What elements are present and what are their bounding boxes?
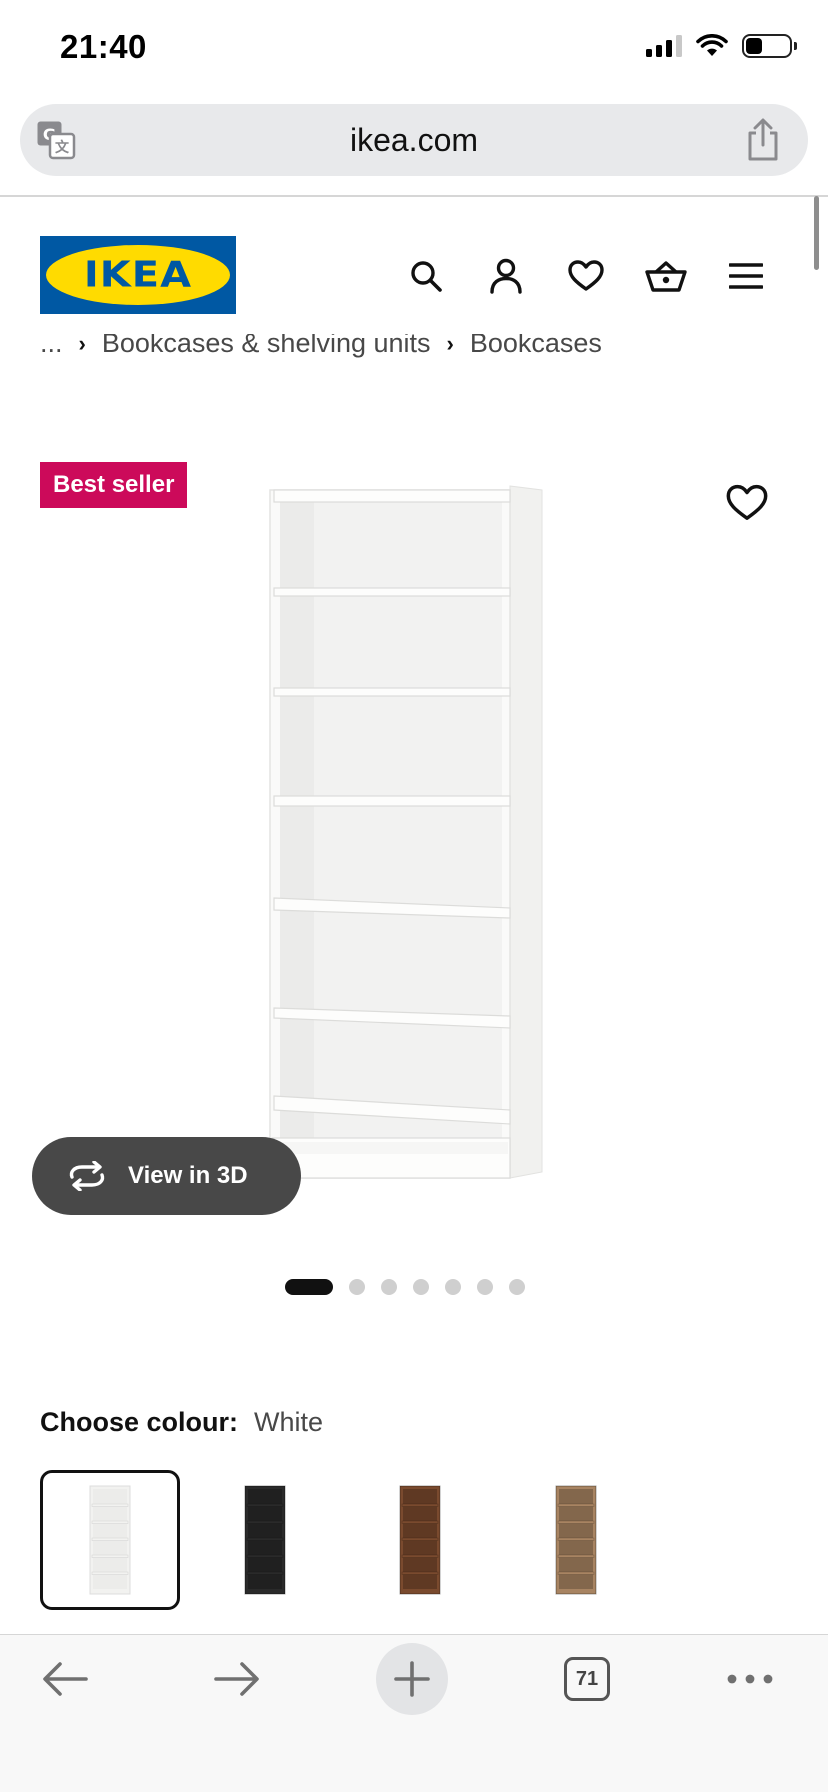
colour-selector-heading: Choose colour: White [40,1407,323,1438]
shopping-basket-icon[interactable] [640,250,692,302]
carousel-dot[interactable] [445,1279,461,1295]
breadcrumb-ellipsis[interactable]: ... [40,334,63,359]
url-text[interactable]: ikea.com [20,122,808,159]
forward-arrow-icon[interactable] [202,1635,272,1723]
tab-count: 71 [564,1657,610,1701]
logo-text: IKEA [83,254,193,296]
product-image-bookcase[interactable] [260,478,560,1188]
new-tab-plus-icon[interactable] [376,1635,448,1723]
chevron-right-icon: › [446,334,454,356]
colour-swatch[interactable] [195,1470,335,1610]
browser-bottom-toolbar: 71 [0,1634,828,1792]
search-icon[interactable] [400,250,452,302]
tabs-icon[interactable]: 71 [562,1635,612,1723]
view-in-3d-button[interactable]: View in 3D [32,1137,301,1215]
status-bar: 21:40 [0,0,828,100]
more-icon[interactable] [720,1635,780,1723]
cellular-signal-icon [646,35,682,57]
carousel-dot[interactable] [349,1279,365,1295]
divider [0,195,828,197]
colour-label: Choose colour: [40,1407,239,1437]
scroll-indicator[interactable] [814,196,819,270]
battery-icon [742,34,797,58]
address-bar[interactable]: G 文 ikea.com [20,104,808,176]
header-nav [400,250,780,302]
breadcrumb-item[interactable]: Bookcases [470,334,602,359]
carousel-dot[interactable] [509,1279,525,1295]
breadcrumb: ... › Bookcases & shelving units › Bookc… [40,334,602,368]
bookcase-thumbnail [555,1485,597,1595]
selected-colour: White [254,1407,324,1437]
favourites-heart-icon[interactable] [560,250,612,302]
hamburger-menu-icon[interactable] [720,250,772,302]
bookcase-thumbnail [244,1485,286,1595]
status-icons [646,34,797,58]
share-icon[interactable] [744,118,782,162]
chevron-right-icon: › [78,334,86,356]
wifi-icon [696,34,728,56]
profile-icon[interactable] [480,250,532,302]
favourite-heart-icon[interactable] [726,482,768,524]
colour-swatch[interactable] [40,1470,180,1610]
view-in-3d-label: View in 3D [128,1162,248,1189]
rotate-3d-icon [69,1161,105,1191]
breadcrumb-item[interactable]: Bookcases & shelving units [102,334,431,359]
best-seller-badge: Best seller [40,462,188,508]
carousel-dot[interactable] [381,1279,397,1295]
carousel-dots [0,1279,828,1295]
carousel-dot[interactable] [285,1279,333,1295]
carousel-dot[interactable] [413,1279,429,1295]
ikea-logo[interactable]: IKEA [40,236,236,314]
colour-swatch[interactable] [350,1470,490,1610]
bookcase-thumbnail [89,1485,131,1595]
carousel-dot[interactable] [477,1279,493,1295]
colour-swatches [40,1470,800,1610]
colour-swatch[interactable] [506,1470,646,1610]
bookcase-thumbnail [399,1485,441,1595]
status-time: 21:40 [60,28,147,65]
back-arrow-icon[interactable] [30,1635,100,1723]
